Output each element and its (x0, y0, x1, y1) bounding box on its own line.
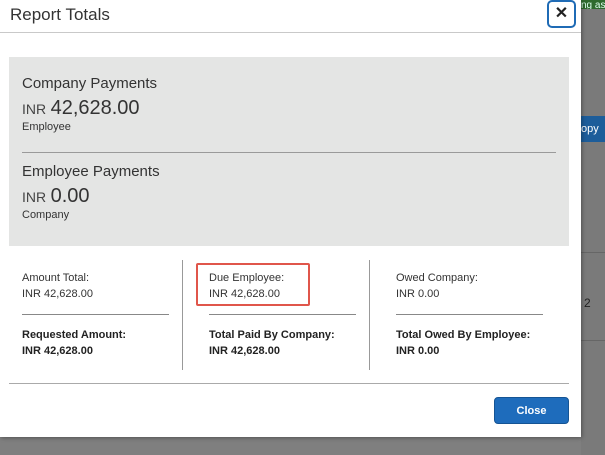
employee-payments-amount: INR 0.00 (22, 185, 160, 208)
background-copy-button: opy (581, 116, 605, 142)
currency-label: INR (22, 189, 47, 205)
amount-value: 42,628.00 (50, 97, 140, 119)
highlight-box (196, 263, 310, 306)
employee-payments-title: Employee Payments (22, 163, 160, 180)
modal-title: Report Totals (10, 5, 110, 24)
company-payments-title: Company Payments (22, 75, 158, 92)
column-divider (209, 314, 356, 315)
close-icon[interactable]: ✕ (547, 0, 576, 28)
requested-amount-value: INR 42,628.00 (22, 345, 93, 357)
amount-value: 0.00 (50, 185, 90, 207)
summary-divider (22, 152, 556, 153)
owed-company-value: INR 0.00 (396, 288, 440, 300)
column-separator (369, 260, 370, 370)
report-totals-modal: Report Totals ✕ Company Payments INR 42,… (0, 0, 581, 437)
employee-payments-sub: Company (22, 209, 70, 221)
currency-label: INR (22, 101, 47, 117)
total-owed-by-employee-label: Total Owed By Employee: (396, 329, 531, 341)
background-divider (581, 252, 605, 253)
close-button[interactable]: Close (494, 397, 569, 424)
owed-company-label: Owed Company: (396, 272, 478, 284)
amount-total-column: Amount Total: INR 42,628.00 (22, 272, 172, 300)
footer-divider (9, 383, 569, 384)
owed-company-column: Owed Company: INR 0.00 (396, 272, 546, 300)
requested-amount-column: Requested Amount: INR 42,628.00 (22, 329, 172, 357)
amount-total-label: Amount Total: (22, 272, 90, 284)
background-page (581, 0, 605, 455)
summary-panel: Company Payments INR 42,628.00 Employee … (9, 57, 569, 246)
total-owed-by-employee-value: INR 0.00 (396, 345, 440, 357)
total-paid-by-company-value: INR 42,628.00 (209, 345, 280, 357)
amount-total-value: INR 42,628.00 (22, 288, 93, 300)
company-payments-sub: Employee (22, 121, 71, 133)
column-divider (396, 314, 543, 315)
requested-amount-label: Requested Amount: (22, 329, 127, 341)
company-payments-block: Company Payments INR 42,628.00 Employee (22, 75, 157, 133)
total-owed-by-employee-column: Total Owed By Employee: INR 0.00 (396, 329, 546, 357)
total-paid-by-company-label: Total Paid By Company: (209, 329, 335, 341)
background-divider (581, 340, 605, 341)
total-paid-by-company-column: Total Paid By Company: INR 42,628.00 (209, 329, 359, 357)
company-payments-amount: INR 42,628.00 (22, 97, 157, 120)
background-banner: ng as (581, 0, 605, 9)
modal-header: Report Totals ✕ (0, 0, 581, 33)
column-separator (182, 260, 183, 370)
employee-payments-block: Employee Payments INR 0.00 Company (22, 163, 160, 221)
background-number: 2 (584, 296, 591, 310)
column-divider (22, 314, 169, 315)
